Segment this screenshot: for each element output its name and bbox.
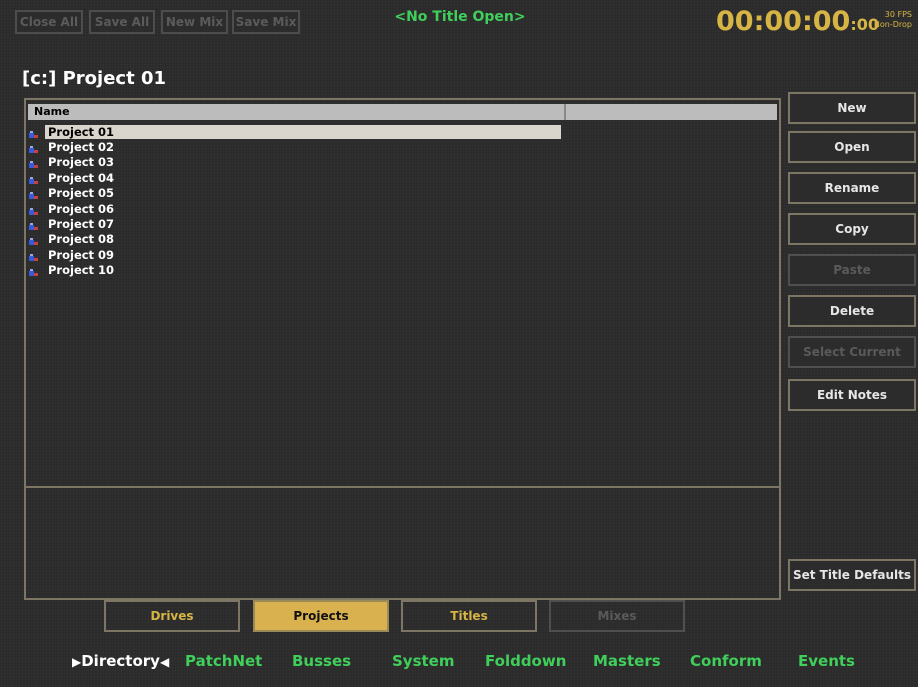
project-row[interactable]: Project 02 xyxy=(28,139,561,154)
nav-conform[interactable]: Conform xyxy=(690,652,762,670)
delete-button[interactable]: Delete xyxy=(788,295,916,327)
timecode-main: 00:00:00 xyxy=(716,6,851,37)
save-mix-button[interactable]: Save Mix xyxy=(232,10,300,34)
project-row-label: Project 05 xyxy=(48,186,115,201)
project-icon xyxy=(29,192,38,200)
project-row-label: Project 01 xyxy=(45,124,561,139)
project-icon xyxy=(29,130,38,138)
close-all-button[interactable]: Close All xyxy=(15,10,83,34)
nav-events[interactable]: Events xyxy=(798,652,855,670)
project-row[interactable]: Project 04 xyxy=(28,170,561,185)
project-row[interactable]: Project 06 xyxy=(28,201,561,216)
nav-patchnet[interactable]: PatchNet xyxy=(185,652,262,670)
nav-busses[interactable]: Busses xyxy=(292,652,351,670)
open-button[interactable]: Open xyxy=(788,131,916,163)
notes-area xyxy=(26,488,779,598)
project-row-label: Project 04 xyxy=(48,170,115,185)
project-row[interactable]: Project 01 xyxy=(28,124,561,139)
project-row-label: Project 09 xyxy=(48,247,115,262)
nav-marker-left-icon: ▶ xyxy=(72,655,82,669)
project-title: [c:] Project 01 xyxy=(22,68,166,89)
project-row[interactable]: Project 07 xyxy=(28,216,561,231)
project-row-label: Project 08 xyxy=(48,232,115,247)
nav-folddown[interactable]: Folddown xyxy=(485,652,566,670)
project-list[interactable]: Name Project 01 Project 02 Project 03 Proje… xyxy=(26,100,779,488)
project-row-label: Project 07 xyxy=(48,217,115,232)
title-status: <No Title Open> xyxy=(394,9,526,25)
fps-label: 30 FPS xyxy=(884,10,912,19)
project-icon xyxy=(29,223,38,231)
project-icon xyxy=(29,161,38,169)
project-icon xyxy=(29,207,38,215)
project-row[interactable]: Project 09 xyxy=(28,247,561,262)
save-all-button[interactable]: Save All xyxy=(89,10,155,34)
copy-button[interactable]: Copy xyxy=(788,213,916,245)
tab-projects[interactable]: Projects xyxy=(253,600,389,632)
nav-marker-right-icon: ◀ xyxy=(159,655,170,669)
project-rows: Project 01 Project 02 Project 03 Project 04… xyxy=(28,124,561,278)
name-column-header[interactable]: Name xyxy=(28,104,566,120)
project-icon xyxy=(29,146,38,154)
project-icon xyxy=(29,176,38,184)
rename-button[interactable]: Rename xyxy=(788,172,916,204)
list-header: Name xyxy=(28,104,777,120)
project-icon xyxy=(29,253,38,261)
select-current-button[interactable]: Select Current xyxy=(788,336,916,368)
timecode-display: 00:00:00:00 xyxy=(716,6,879,37)
extra-column-header[interactable] xyxy=(566,104,777,120)
tab-titles[interactable]: Titles xyxy=(401,600,537,632)
nav-directory-label: Directory xyxy=(81,652,160,670)
project-icon xyxy=(29,269,38,277)
project-row[interactable]: Project 03 xyxy=(28,155,561,170)
tab-drives[interactable]: Drives xyxy=(104,600,240,632)
project-row-label: Project 10 xyxy=(48,263,115,278)
nav-masters[interactable]: Masters xyxy=(593,652,661,670)
nav-directory[interactable]: ▶Directory◀ xyxy=(72,652,169,670)
paste-button[interactable]: Paste xyxy=(788,254,916,286)
project-row[interactable]: Project 05 xyxy=(28,186,561,201)
project-row[interactable]: Project 10 xyxy=(28,263,561,278)
edit-notes-button[interactable]: Edit Notes xyxy=(788,379,916,411)
nav-system[interactable]: System xyxy=(392,652,454,670)
new-mix-button[interactable]: New Mix xyxy=(161,10,228,34)
tab-mixes[interactable]: Mixes xyxy=(549,600,685,632)
set-title-defaults-button[interactable]: Set Title Defaults xyxy=(788,559,916,591)
project-row-label: Project 06 xyxy=(48,201,115,216)
project-browser-panel: Name Project 01 Project 02 Project 03 Proje… xyxy=(24,98,781,600)
project-row-label: Project 02 xyxy=(48,140,115,155)
project-row[interactable]: Project 08 xyxy=(28,232,561,247)
new-button[interactable]: New xyxy=(788,92,916,124)
project-icon xyxy=(29,238,38,246)
drop-mode-label: Non-Drop xyxy=(873,20,912,29)
frame-rate-indicator: 30 FPS Non-Drop xyxy=(860,10,912,30)
project-row-label: Project 03 xyxy=(48,155,115,170)
